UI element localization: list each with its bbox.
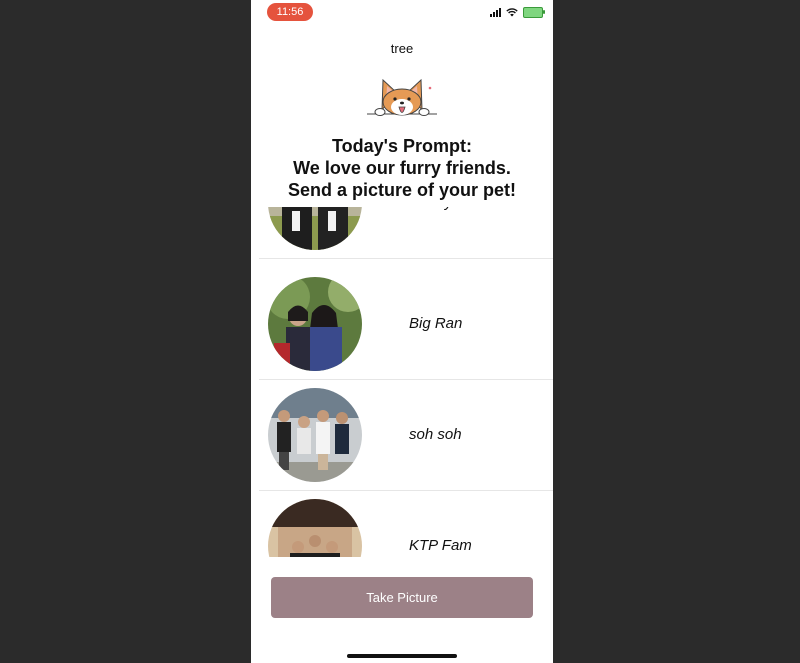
take-picture-button[interactable]: Take Picture [271, 577, 533, 618]
phone-screen: 11:56 tree Big Ran soh soh KTP Fam Today… [251, 0, 553, 663]
status-bar: 11:56 [251, 0, 553, 26]
group-name: Big Ran [409, 315, 463, 332]
avatar [268, 204, 362, 250]
home-indicator [347, 654, 457, 658]
list-item[interactable]: Big Ran [259, 269, 553, 380]
prompt-heading: Today's Prompt: [332, 136, 472, 156]
battery-charging-icon [523, 7, 545, 18]
group-name: KTP Fam [409, 537, 472, 554]
status-time: 11:56 [267, 3, 313, 21]
avatar [268, 277, 362, 371]
group-list[interactable]: kimmys Big Ran [251, 204, 553, 557]
list-item[interactable]: KTP Fam [259, 491, 553, 557]
wifi-icon [506, 8, 518, 17]
daily-prompt: Today's Prompt: We love our furry friend… [251, 135, 553, 207]
list-item[interactable]: soh soh [259, 380, 553, 491]
page-title: tree [390, 41, 414, 56]
corgi-icon [367, 78, 437, 116]
group-name: soh soh [409, 426, 462, 443]
status-icons [490, 7, 545, 18]
group-name: kimmys [409, 204, 529, 258]
cellular-signal-icon [490, 8, 501, 17]
prompt-text-line: Send a picture of your pet! [287, 180, 517, 200]
prompt-text-line: We love our furry friends. [293, 158, 511, 178]
avatar [268, 499, 362, 557]
list-item[interactable]: kimmys [259, 204, 553, 259]
avatar [268, 388, 362, 482]
